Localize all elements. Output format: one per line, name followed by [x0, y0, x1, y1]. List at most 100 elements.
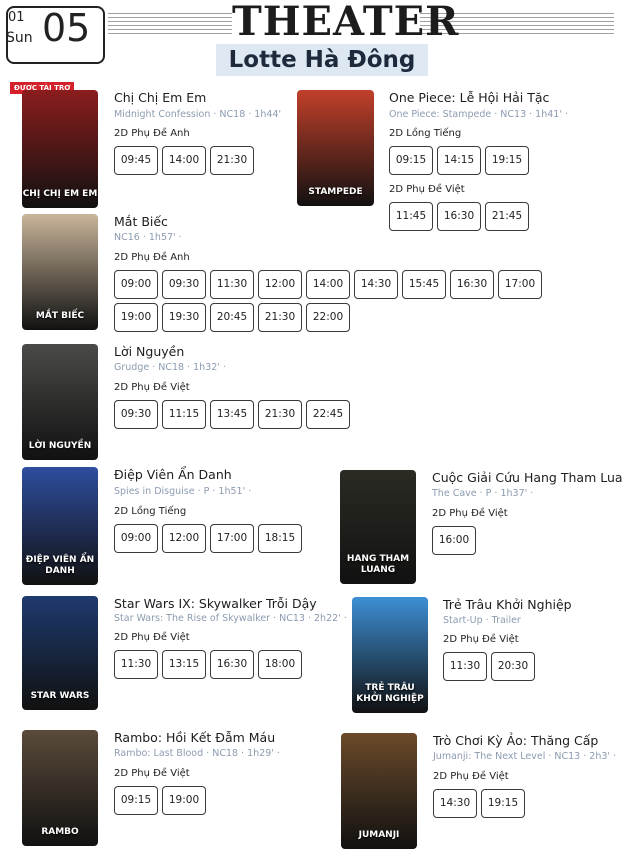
showtime-button[interactable]: 14:15 [437, 146, 481, 175]
movie-poster[interactable]: LỜI NGUYỀN [22, 344, 98, 460]
format-label: 2D Phụ Đề Anh [114, 252, 190, 263]
movie-title[interactable]: Chị Chị Em Em [114, 90, 206, 105]
showtime-button[interactable]: 19:00 [114, 303, 158, 332]
showtime-button[interactable]: 13:15 [162, 650, 206, 679]
showtime-button[interactable]: 21:30 [210, 146, 254, 175]
movie-title[interactable]: Trẻ Trâu Khởi Nghiệp [443, 597, 572, 612]
poster-title-text: JUMANJI [358, 830, 400, 840]
movie-poster[interactable]: MẮT BIẾC [22, 214, 98, 330]
movie-poster[interactable]: STAR WARS [22, 596, 98, 710]
showtime-button[interactable]: 16:30 [210, 650, 254, 679]
movie-subtitle: Jumanji: The Next Level · NC13 · 2h3' · [433, 751, 617, 762]
showtime-button[interactable]: 12:00 [258, 270, 302, 299]
movie-poster[interactable]: HANG THAM LUANG [340, 470, 416, 584]
movie-title[interactable]: One Piece: Lễ Hội Hải Tặc [389, 90, 549, 105]
showtime-button[interactable]: 19:00 [162, 786, 206, 815]
movie-poster[interactable]: JUMANJI [341, 733, 417, 849]
showtime-button[interactable]: 14:30 [433, 789, 477, 818]
showtime-button[interactable]: 09:30 [114, 400, 158, 429]
date-day: 05 [42, 6, 91, 50]
showtime-button[interactable]: 14:00 [162, 146, 206, 175]
movie-title[interactable]: Trò Chơi Kỳ Ảo: Thăng Cấp [433, 733, 598, 748]
showtime-button[interactable]: 21:45 [485, 202, 529, 231]
showtime-button[interactable]: 16:30 [450, 270, 494, 299]
poster-title-text: LỜI NGUYỀN [28, 441, 92, 451]
poster-title-text: STAMPEDE [308, 187, 363, 197]
showtime-button[interactable]: 11:45 [389, 202, 433, 231]
movie-poster[interactable]: RAMBO [22, 730, 98, 846]
showtime-button[interactable]: 09:00 [114, 524, 158, 553]
showtime-button[interactable]: 20:45 [210, 303, 254, 332]
movie-subtitle: One Piece: Stampede · NC13 · 1h41' · [389, 109, 568, 120]
poster-title-text: HANG THAM LUANG [346, 554, 410, 575]
format-label: 2D Phụ Đề Việt [433, 771, 509, 782]
showtime-button[interactable]: 09:30 [162, 270, 206, 299]
date-month: 01 [8, 10, 25, 25]
showtime-button[interactable]: 20:30 [491, 652, 535, 681]
showtime-button[interactable]: 09:45 [114, 146, 158, 175]
showtime-button[interactable]: 19:15 [481, 789, 525, 818]
showtime-button[interactable]: 17:00 [210, 524, 254, 553]
theater-title: THEATER [232, 0, 460, 45]
showtime-button[interactable]: 18:00 [258, 650, 302, 679]
movie-title[interactable]: Cuộc Giải Cứu Hang Tham Luang [432, 470, 622, 485]
movie-subtitle: Grudge · NC18 · 1h32' · [114, 362, 226, 373]
poster-title-text: TRẺ TRÂU KHỞI NGHIỆP [356, 683, 424, 704]
showtime-button[interactable]: 09:15 [114, 786, 158, 815]
showtime-button[interactable]: 14:30 [354, 270, 398, 299]
showtime-button[interactable]: 11:30 [443, 652, 487, 681]
format-label: 2D Phụ Đề Anh [114, 128, 190, 139]
showtime-button[interactable]: 09:00 [114, 270, 158, 299]
poster-title-text: STAR WARS [30, 691, 90, 701]
movie-subtitle: The Cave · P · 1h37' · [432, 488, 534, 499]
movie-title[interactable]: Điệp Viên Ẩn Danh [114, 467, 232, 482]
movie-title[interactable]: Lời Nguyền [114, 344, 184, 359]
showtime-button[interactable]: 11:15 [162, 400, 206, 429]
movie-subtitle: Star Wars: The Rise of Skywalker · NC13 … [114, 613, 347, 624]
showtime-button[interactable]: 17:00 [498, 270, 542, 299]
poster-title-text: RAMBO [41, 827, 79, 837]
format-label: 2D Phụ Đề Việt [389, 184, 465, 195]
date-weekday: Sun [6, 30, 33, 46]
movie-poster[interactable]: ĐIỆP VIÊN ẨN DANH [22, 467, 98, 585]
showtime-button[interactable]: 15:45 [402, 270, 446, 299]
movie-subtitle: Rambo: Last Blood · NC18 · 1h29' · [114, 748, 280, 759]
movie-title[interactable]: Mắt Biếc [114, 214, 168, 229]
movie-subtitle: Spies in Disguise · P · 1h51' · [114, 486, 252, 497]
movie-poster[interactable]: CHỊ CHỊ EM EM [22, 90, 98, 208]
movie-title[interactable]: Star Wars IX: Skywalker Trỗi Dậy [114, 596, 317, 611]
format-label: 2D Phụ Đề Việt [443, 634, 519, 645]
poster-title-text: MẮT BIẾC [35, 311, 85, 321]
poster-title-text: CHỊ CHỊ EM EM [22, 189, 98, 199]
showtime-button[interactable]: 11:30 [114, 650, 158, 679]
movie-title[interactable]: Rambo: Hồi Kết Đẫm Máu [114, 730, 275, 745]
movie-poster[interactable]: STAMPEDE [297, 90, 374, 206]
format-label: 2D Phụ Đề Việt [114, 632, 190, 643]
movie-subtitle: Midnight Confession · NC18 · 1h44' [114, 109, 282, 120]
showtime-button[interactable]: 13:45 [210, 400, 254, 429]
format-label: 2D Lồng Tiếng [389, 128, 462, 139]
movie-poster[interactable]: TRẺ TRÂU KHỞI NGHIỆP [352, 597, 428, 713]
format-label: 2D Lồng Tiếng [114, 506, 187, 517]
showtime-button[interactable]: 11:30 [210, 270, 254, 299]
showtime-button[interactable]: 22:45 [306, 400, 350, 429]
showtime-button[interactable]: 16:30 [437, 202, 481, 231]
format-label: 2D Phụ Đề Việt [432, 508, 508, 519]
cinema-name: Lotte Hà Đông [216, 44, 428, 76]
showtime-button[interactable]: 21:30 [258, 303, 302, 332]
showtime-button[interactable]: 22:00 [306, 303, 350, 332]
showtime-button[interactable]: 18:15 [258, 524, 302, 553]
showtime-button[interactable]: 21:30 [258, 400, 302, 429]
showtime-button[interactable]: 09:15 [389, 146, 433, 175]
showtime-button[interactable]: 19:30 [162, 303, 206, 332]
showtime-button[interactable]: 14:00 [306, 270, 350, 299]
showtime-button[interactable]: 19:15 [485, 146, 529, 175]
movie-subtitle: Start-Up · Trailer [443, 615, 521, 626]
movie-subtitle: NC16 · 1h57' · [114, 232, 182, 243]
format-label: 2D Phụ Đề Việt [114, 382, 190, 393]
poster-title-text: ĐIỆP VIÊN ẨN DANH [25, 555, 95, 576]
header-stripes-left [108, 10, 232, 34]
showtime-button[interactable]: 16:00 [432, 526, 476, 555]
showtime-button[interactable]: 12:00 [162, 524, 206, 553]
format-label: 2D Phụ Đề Việt [114, 768, 190, 779]
